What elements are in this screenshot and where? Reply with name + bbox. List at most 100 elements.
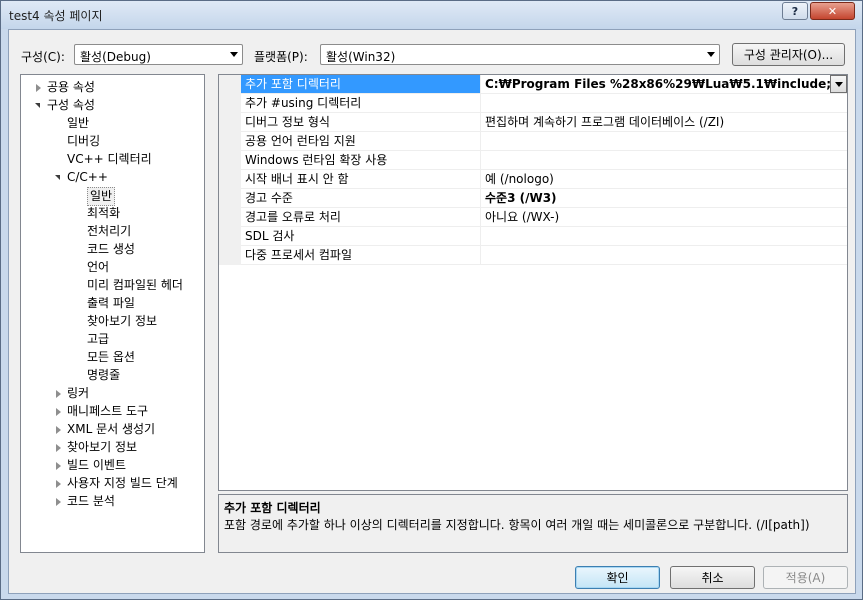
tree-item[interactable]: 출력 파일 bbox=[21, 295, 204, 312]
title-bar[interactable]: test4 속성 페이지 ? ✕ bbox=[1, 1, 862, 29]
expanded-triangle-icon[interactable] bbox=[35, 103, 40, 108]
tree-item[interactable]: 명령줄 bbox=[21, 367, 204, 384]
property-row[interactable]: 시작 배너 표시 안 함 예 (/nologo) bbox=[219, 170, 847, 189]
property-value[interactable] bbox=[481, 227, 847, 246]
tree-item-label: 고급 bbox=[87, 332, 110, 346]
tree-item-label: 코드 생성 bbox=[87, 242, 135, 256]
property-value[interactable] bbox=[481, 94, 847, 113]
property-row[interactable]: 경고 수준 수준3 (/W3) bbox=[219, 189, 847, 208]
property-name: 다중 프로세서 컴파일 bbox=[241, 246, 481, 265]
tree-item[interactable]: 일반 bbox=[21, 115, 204, 132]
tree-item[interactable]: 언어 bbox=[21, 259, 204, 276]
property-grid[interactable]: 추가 포함 디렉터리 C:₩Program Files %28x86%29₩Lua… bbox=[218, 74, 848, 491]
tree-item-label: 언어 bbox=[87, 260, 110, 274]
tree-item[interactable]: VC++ 디렉터리 bbox=[21, 151, 204, 168]
property-name: 경고 수준 bbox=[241, 189, 481, 208]
property-value[interactable] bbox=[481, 132, 847, 151]
tree-item-label: 최적화 bbox=[87, 206, 121, 220]
platform-combo[interactable]: 활성(Win32) bbox=[320, 44, 720, 65]
collapsed-triangle-icon[interactable] bbox=[56, 462, 61, 470]
property-row[interactable]: SDL 검사 bbox=[219, 227, 847, 246]
property-row[interactable]: Windows 런타임 확장 사용 bbox=[219, 151, 847, 170]
config-combo[interactable]: 활성(Debug) bbox=[74, 44, 243, 65]
row-margin bbox=[219, 208, 241, 227]
property-value-text: 아니요 (/WX-) bbox=[485, 210, 560, 224]
chevron-down-icon bbox=[707, 52, 715, 57]
value-dropdown-button[interactable] bbox=[830, 75, 847, 93]
expanded-triangle-icon[interactable] bbox=[55, 175, 60, 180]
property-value[interactable]: 아니요 (/WX-) bbox=[481, 208, 847, 227]
ok-button[interactable]: 확인 bbox=[575, 566, 660, 589]
window-title: test4 속성 페이지 bbox=[9, 9, 103, 23]
dialog-window: test4 속성 페이지 ? ✕ 구성(C): 활성(Debug) 플랫폼(P)… bbox=[0, 0, 863, 600]
tree-item-label: VC++ 디렉터리 bbox=[67, 152, 152, 166]
property-value[interactable]: 편집하며 계속하기 프로그램 데이터베이스 (/ZI) bbox=[481, 113, 847, 132]
config-label: 구성(C): bbox=[21, 50, 65, 64]
property-row[interactable]: 추가 포함 디렉터리 C:₩Program Files %28x86%29₩Lua… bbox=[219, 75, 847, 94]
property-name: 경고를 오류로 처리 bbox=[241, 208, 481, 227]
tree-item[interactable]: 찾아보기 정보 bbox=[21, 313, 204, 330]
tree-item-label: 공용 속성 bbox=[47, 80, 95, 94]
collapsed-triangle-icon[interactable] bbox=[56, 498, 61, 506]
property-value[interactable]: 예 (/nologo) bbox=[481, 170, 847, 189]
tree-item[interactable]: 링커 bbox=[21, 385, 204, 402]
property-row[interactable]: 공용 언어 런타임 지원 bbox=[219, 132, 847, 151]
tree-item[interactable]: 매니페스트 도구 bbox=[21, 403, 204, 420]
row-margin bbox=[219, 151, 241, 170]
property-value-text: C:₩Program Files %28x86%29₩Lua₩5.1₩inclu… bbox=[485, 77, 847, 91]
tree-item-label: 빌드 이벤트 bbox=[67, 458, 127, 472]
config-manager-button[interactable]: 구성 관리자(O)... bbox=[732, 43, 845, 66]
property-value[interactable] bbox=[481, 246, 847, 265]
apply-button[interactable]: 적용(A) bbox=[763, 566, 848, 589]
property-name: 추가 포함 디렉터리 bbox=[241, 75, 481, 94]
cancel-button[interactable]: 취소 bbox=[670, 566, 755, 589]
collapsed-triangle-icon[interactable] bbox=[56, 390, 61, 398]
collapsed-triangle-icon[interactable] bbox=[56, 426, 61, 434]
tree-item[interactable]: 코드 생성 bbox=[21, 241, 204, 258]
tree-item[interactable]: 디버깅 bbox=[21, 133, 204, 150]
tree-item[interactable]: 사용자 지정 빌드 단계 bbox=[21, 475, 204, 492]
tree-item[interactable]: XML 문서 생성기 bbox=[21, 421, 204, 438]
property-row[interactable]: 다중 프로세서 컴파일 bbox=[219, 246, 847, 265]
tree-item-label: 찾아보기 정보 bbox=[87, 314, 158, 328]
collapsed-triangle-icon[interactable] bbox=[56, 408, 61, 416]
tree-item[interactable]: 빌드 이벤트 bbox=[21, 457, 204, 474]
property-tree[interactable]: 공용 속성 구성 속성 일반 디버깅 VC++ 디렉터리 C/C++ 일반 최적화 전처리기 코드… bbox=[20, 74, 205, 553]
tree-item[interactable]: 미리 컴파일된 헤더 bbox=[21, 277, 204, 294]
property-row[interactable]: 디버그 정보 형식 편집하며 계속하기 프로그램 데이터베이스 (/ZI) bbox=[219, 113, 847, 132]
tree-item[interactable]: 공용 속성 bbox=[21, 79, 204, 96]
tree-item-label: 일반 bbox=[87, 187, 116, 206]
tree-item-label: C/C++ bbox=[67, 170, 108, 184]
tree-item[interactable]: 전처리기 bbox=[21, 223, 204, 240]
property-value-text: 예 (/nologo) bbox=[485, 172, 554, 186]
property-value[interactable]: C:₩Program Files %28x86%29₩Lua₩5.1₩inclu… bbox=[481, 75, 847, 94]
tree-item-label: 디버깅 bbox=[67, 134, 101, 148]
collapsed-triangle-icon[interactable] bbox=[56, 480, 61, 488]
tree-item-label: 코드 분석 bbox=[67, 494, 115, 508]
collapsed-triangle-icon[interactable] bbox=[56, 444, 61, 452]
tree-item[interactable]: 구성 속성 bbox=[21, 97, 204, 114]
property-value[interactable]: 수준3 (/W3) bbox=[481, 189, 847, 208]
property-value[interactable] bbox=[481, 151, 847, 170]
tree-item[interactable]: 일반 bbox=[21, 187, 204, 206]
collapsed-triangle-icon[interactable] bbox=[36, 84, 41, 92]
description-panel: 추가 포함 디렉터리 포함 경로에 추가할 하나 이상의 디렉터리를 지정합니다… bbox=[218, 494, 848, 553]
tree-item[interactable]: 최적화 bbox=[21, 205, 204, 222]
tree-item-label: 미리 컴파일된 헤더 bbox=[87, 278, 183, 292]
tree-item[interactable]: 찾아보기 정보 bbox=[21, 439, 204, 456]
property-name: 디버그 정보 형식 bbox=[241, 113, 481, 132]
close-button[interactable]: ✕ bbox=[810, 2, 855, 20]
description-text: 포함 경로에 추가할 하나 이상의 디렉터리를 지정합니다. 항목이 여러 개일… bbox=[224, 518, 810, 532]
property-value-text: 수준3 (/W3) bbox=[485, 191, 557, 205]
description-title: 추가 포함 디렉터리 bbox=[224, 501, 321, 515]
tree-item[interactable]: 고급 bbox=[21, 331, 204, 348]
property-name: Windows 런타임 확장 사용 bbox=[241, 151, 481, 170]
property-row[interactable]: 경고를 오류로 처리 아니요 (/WX-) bbox=[219, 208, 847, 227]
row-margin bbox=[219, 94, 241, 113]
help-button[interactable]: ? bbox=[782, 2, 808, 20]
tree-item[interactable]: C/C++ bbox=[21, 169, 204, 186]
tree-item[interactable]: 모든 옵션 bbox=[21, 349, 204, 366]
property-name: 공용 언어 런타임 지원 bbox=[241, 132, 481, 151]
property-row[interactable]: 추가 #using 디렉터리 bbox=[219, 94, 847, 113]
tree-item[interactable]: 코드 분석 bbox=[21, 493, 204, 510]
